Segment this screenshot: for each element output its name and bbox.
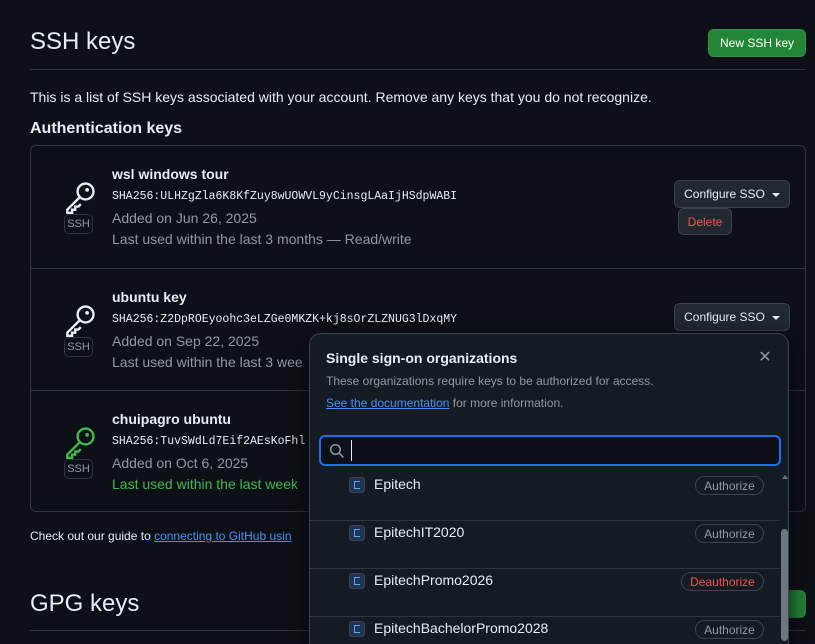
caret-down-icon [771, 316, 780, 320]
ssh-key-row: SSH wsl windows tour SHA256:ULHZgZla6K8K… [31, 146, 805, 268]
header-divider [30, 69, 805, 70]
key-added-date: Added on Sep 22, 2025 [112, 333, 260, 349]
close-icon[interactable]: ✕ [755, 347, 775, 367]
org-name: EpitechIT2020 [374, 524, 465, 540]
key-last-used: Last used within the last 3 wee [112, 354, 303, 370]
org-name: Epitech [374, 476, 421, 492]
key-fingerprint: SHA256:ULHZgZla6K8KfZuy8wUOWVL9yCinsgLAa… [112, 190, 458, 203]
org-list-item: EpitechPromo2026 Deauthorize [310, 569, 780, 617]
org-avatar-icon [349, 573, 365, 589]
scroll-up-arrow-icon[interactable] [782, 475, 788, 479]
key-fingerprint: SHA256:TuvSWdLd7Eif2AEsKoFhl [112, 435, 306, 448]
org-search-input[interactable] [351, 440, 771, 461]
sso-doc-line: See the documentation for more informati… [326, 396, 563, 410]
caret-down-icon [771, 193, 780, 197]
page-title: SSH keys [30, 28, 136, 55]
org-list-item: EpitechIT2020 Authorize [310, 521, 780, 569]
org-list: Epitech Authorize EpitechIT2020 Authoriz… [310, 473, 780, 644]
key-title: chuipagro ubuntu [112, 411, 231, 427]
key-title: wsl windows tour [112, 166, 229, 182]
org-list-item: EpitechBachelorPromo2028 Authorize [310, 617, 780, 644]
configure-sso-label: Configure SSO [684, 187, 765, 201]
org-name: EpitechBachelorPromo2028 [374, 620, 549, 636]
key-icon [61, 301, 99, 339]
guide-link[interactable]: connecting to GitHub usin [154, 529, 291, 543]
authorize-button[interactable]: Authorize [695, 524, 764, 543]
key-icon [61, 423, 99, 461]
ssh-badge: SSH [64, 214, 93, 234]
key-fingerprint: SHA256:Z2DpROEyoohc3eLZGe0MKZK+kj8sOrZLZ… [112, 313, 458, 326]
documentation-link[interactable]: See the documentation [326, 396, 449, 410]
key-icon [61, 178, 99, 216]
configure-sso-button[interactable]: Configure SSO [674, 180, 790, 208]
key-title: ubuntu key [112, 289, 187, 305]
authorize-button[interactable]: Authorize [695, 476, 764, 495]
guide-prefix: Check out our guide to [30, 529, 155, 543]
org-name: EpitechPromo2026 [374, 572, 494, 588]
delete-key-button[interactable]: Delete [678, 208, 732, 235]
search-icon [329, 443, 345, 459]
ssh-badge: SSH [64, 337, 93, 357]
sso-organizations-dialog: Single sign-on organizations ✕ These org… [309, 333, 789, 644]
deauthorize-button[interactable]: Deauthorize [681, 572, 764, 591]
scrollbar-thumb[interactable] [781, 529, 788, 641]
configure-sso-label: Configure SSO [684, 310, 765, 324]
new-ssh-key-button[interactable]: New SSH key [708, 29, 806, 57]
org-avatar-icon [349, 621, 365, 637]
org-list-item: Epitech Authorize [310, 473, 780, 521]
doc-suffix: for more information. [449, 396, 564, 410]
org-avatar-icon [349, 477, 365, 493]
sso-description: These organizations require keys to be a… [326, 374, 654, 388]
ssh-badge: SSH [64, 459, 93, 479]
key-last-used: Last used within the last 3 months — Rea… [112, 231, 412, 247]
intro-text: This is a list of SSH keys associated wi… [30, 89, 652, 105]
sso-dialog-title: Single sign-on organizations [326, 350, 518, 366]
org-avatar-icon [349, 525, 365, 541]
configure-sso-button[interactable]: Configure SSO [674, 303, 790, 331]
guide-text: Check out our guide to connecting to Git… [30, 529, 292, 543]
authorize-button[interactable]: Authorize [695, 620, 764, 639]
key-added-date: Added on Jun 26, 2025 [112, 210, 257, 226]
key-added-date: Added on Oct 6, 2025 [112, 455, 249, 471]
authentication-keys-heading: Authentication keys [30, 120, 183, 137]
gpg-keys-title: GPG keys [30, 590, 140, 617]
org-search-box[interactable] [319, 435, 781, 466]
key-last-used: Last used within the last week [112, 476, 298, 492]
